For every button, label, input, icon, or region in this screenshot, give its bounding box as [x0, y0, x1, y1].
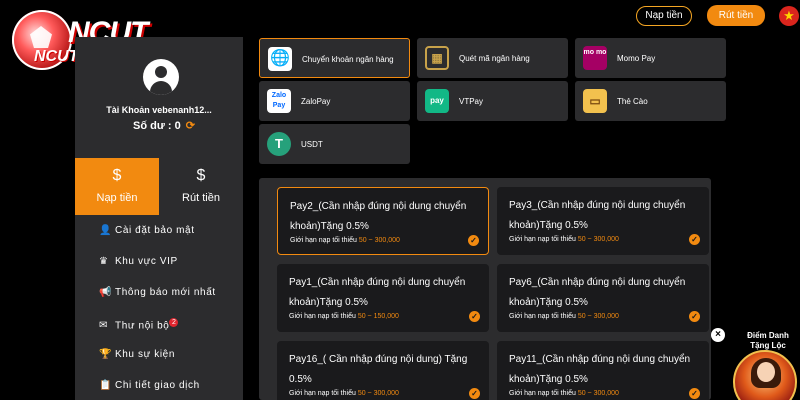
method-momo[interactable]: mo mo Momo Pay	[575, 38, 726, 78]
deposit-page: NCUT NCUT.NET Nạp tiền Rút tiền ★ Tài Kh…	[0, 0, 800, 400]
check-icon: ✓	[469, 311, 480, 322]
limit-label: Giới hạn nạp tối thiểu	[509, 313, 576, 320]
gateway-pay6[interactable]: Pay6_(Cần nhập đúng nội dung chuyển khoả…	[497, 264, 709, 332]
qr-code-icon: ▦	[425, 46, 449, 70]
unread-badge: 2	[169, 318, 179, 327]
account-name: Tài Khoản vebenanh12...	[106, 105, 212, 115]
limit-label: Giới hạn nạp tối thiểu	[289, 390, 356, 397]
menu-item-label: Thư nội bộ	[115, 320, 170, 332]
method-label: VTPay	[459, 96, 484, 106]
tether-icon: T	[267, 132, 291, 156]
limit-range: 50 ~ 300,000	[357, 390, 399, 397]
menu-item-inbox[interactable]: ✉ Thư nội bộ 2	[99, 318, 179, 334]
check-icon: ✓	[689, 311, 700, 322]
method-qr-bank[interactable]: ▦ Quét mã ngân hàng	[417, 38, 568, 78]
method-vtpay[interactable]: pay VTPay	[417, 81, 568, 121]
avatar-icon	[143, 59, 179, 95]
gateway-limit: Giới hạn nạp tối thiểu 50 ~ 300,000	[509, 390, 619, 397]
menu-item-security[interactable]: 👤 Cài đặt bảo mật	[99, 225, 195, 241]
mail-icon: ✉	[99, 320, 108, 332]
promo-title-line1: Điểm Danh	[747, 331, 789, 340]
gateway-title: Pay11_(Cần nhập đúng nội dung chuyển kho…	[509, 354, 691, 385]
tab-withdraw-label: Rút tiền	[182, 192, 220, 204]
trophy-icon: 🏆	[99, 349, 113, 360]
method-label: Momo Pay	[617, 53, 656, 63]
method-label: Chuyển khoản ngân hàng	[302, 54, 394, 64]
header-deposit-button[interactable]: Nạp tiền	[636, 6, 692, 26]
balance-value: 0	[174, 120, 181, 132]
vtpay-icon: pay	[425, 89, 449, 113]
gateway-limit: Giới hạn nạp tối thiểu 50 ~ 300,000	[509, 313, 619, 320]
method-label: Thẻ Cào	[617, 96, 648, 106]
promo-title-line2: Tặng Lộc	[750, 341, 786, 350]
gateway-pay16[interactable]: Pay16_( Cần nhập đúng nội dung) Tặng 0.5…	[277, 341, 489, 400]
tab-deposit[interactable]: $ Nạp tiền	[75, 158, 159, 215]
gateway-title: Pay6_(Cần nhập đúng nội dung chuyển khoả…	[509, 277, 686, 308]
user-lock-icon: 👤	[99, 225, 113, 236]
clipboard-icon: 📋	[99, 380, 113, 391]
menu-item-label: Khu vực VIP	[115, 256, 178, 267]
menu-item-label: Khu sự kiện	[115, 349, 175, 360]
gateway-title: Pay16_( Cần nhập đúng nội dung) Tặng 0.5…	[289, 354, 468, 385]
menu-item-label: Thông báo mới nhất	[115, 287, 216, 298]
limit-label: Giới hạn nạp tối thiểu	[289, 313, 356, 320]
vietnam-flag-icon[interactable]: ★	[779, 6, 799, 26]
limit-label: Giới hạn nạp tối thiểu	[290, 237, 357, 244]
check-icon: ✓	[689, 388, 700, 399]
refresh-icon[interactable]: ⟳	[186, 120, 195, 132]
method-label: USDT	[301, 139, 323, 149]
gateway-limit: Giới hạn nạp tối thiểu 50 ~ 300,000	[290, 237, 400, 244]
promo-banner[interactable]	[733, 350, 797, 400]
limit-range: 50 ~ 300,000	[577, 236, 619, 243]
menu-item-label: Cài đặt bảo mật	[115, 225, 195, 236]
method-label: Quét mã ngân hàng	[459, 53, 530, 63]
gateway-pay1[interactable]: Pay1_(Cần nhập đúng nội dung chuyển khoả…	[277, 264, 489, 332]
hand-money-icon: $	[196, 167, 206, 184]
menu-item-label: Chi tiết giao dịch	[115, 380, 200, 391]
check-icon: ✓	[469, 388, 480, 399]
gateway-pay3[interactable]: Pay3_(Cần nhập đúng nội dung chuyển khoả…	[497, 187, 709, 255]
limit-range: 50 ~ 300,000	[358, 237, 400, 244]
profile-card: Tài Khoản vebenanh12... Số dư : 0 ⟳	[75, 37, 243, 158]
gateway-title: Pay3_(Cần nhập đúng nội dung chuyển khoả…	[509, 200, 686, 231]
menu-item-transactions[interactable]: 📋 Chi tiết giao dịch	[99, 380, 200, 396]
check-icon: ✓	[689, 234, 700, 245]
gateway-pay2[interactable]: Pay2_(Cần nhập đúng nội dung chuyển khoả…	[277, 187, 489, 255]
crown-icon: ♛	[99, 256, 109, 267]
tab-withdraw[interactable]: $ Rút tiền	[159, 158, 243, 215]
header-withdraw-button[interactable]: Rút tiền	[707, 5, 765, 26]
card-icon: ▭	[583, 89, 607, 113]
method-bank-transfer[interactable]: 🌐 Chuyển khoản ngân hàng	[259, 38, 410, 78]
menu-item-events[interactable]: 🏆 Khu sự kiện	[99, 349, 175, 365]
zalopay-icon: Zalo Pay	[267, 89, 291, 113]
method-zalopay[interactable]: Zalo Pay ZaloPay	[259, 81, 410, 121]
menu-item-notifications[interactable]: 📢 Thông báo mới nhất	[99, 287, 216, 303]
limit-range: 50 ~ 300,000	[577, 390, 619, 397]
tab-deposit-label: Nạp tiền	[96, 192, 138, 204]
globe-icon: 🌐	[268, 47, 292, 71]
money-bag-icon: $	[112, 167, 122, 184]
method-scratch-card[interactable]: ▭ Thẻ Cào	[575, 81, 726, 121]
gateway-limit: Giới hạn nạp tối thiểu 50 ~ 300,000	[289, 390, 399, 397]
method-label: ZaloPay	[301, 96, 331, 106]
limit-label: Giới hạn nạp tối thiểu	[509, 390, 576, 397]
gateway-title: Pay2_(Cần nhập đúng nội dung chuyển khoả…	[290, 201, 467, 232]
close-icon[interactable]: ×	[711, 328, 725, 342]
gateway-limit: Giới hạn nạp tối thiểu 50 ~ 150,000	[289, 313, 399, 320]
megaphone-icon: 📢	[99, 287, 113, 298]
balance: Số dư : 0 ⟳	[133, 119, 195, 132]
gateway-title: Pay1_(Cần nhập đúng nội dung chuyển khoả…	[289, 277, 466, 308]
limit-range: 50 ~ 300,000	[577, 313, 619, 320]
gateway-limit: Giới hạn nạp tối thiểu 50 ~ 300,000	[509, 236, 619, 243]
menu-item-vip[interactable]: ♛ Khu vực VIP	[99, 256, 178, 272]
account-menu: 👤 Cài đặt bảo mật ♛ Khu vực VIP 📢 Thông báo…	[75, 215, 243, 400]
method-usdt[interactable]: T USDT	[259, 124, 410, 164]
balance-label: Số dư :	[133, 120, 172, 132]
momo-icon: mo mo	[583, 46, 607, 70]
gateway-panel: Pay2_(Cần nhập đúng nội dung chuyển khoả…	[259, 178, 711, 400]
limit-range: 50 ~ 150,000	[357, 313, 399, 320]
gateway-pay11[interactable]: Pay11_(Cần nhập đúng nội dung chuyển kho…	[497, 341, 709, 400]
check-icon: ✓	[468, 235, 479, 246]
limit-label: Giới hạn nạp tối thiểu	[509, 236, 576, 243]
